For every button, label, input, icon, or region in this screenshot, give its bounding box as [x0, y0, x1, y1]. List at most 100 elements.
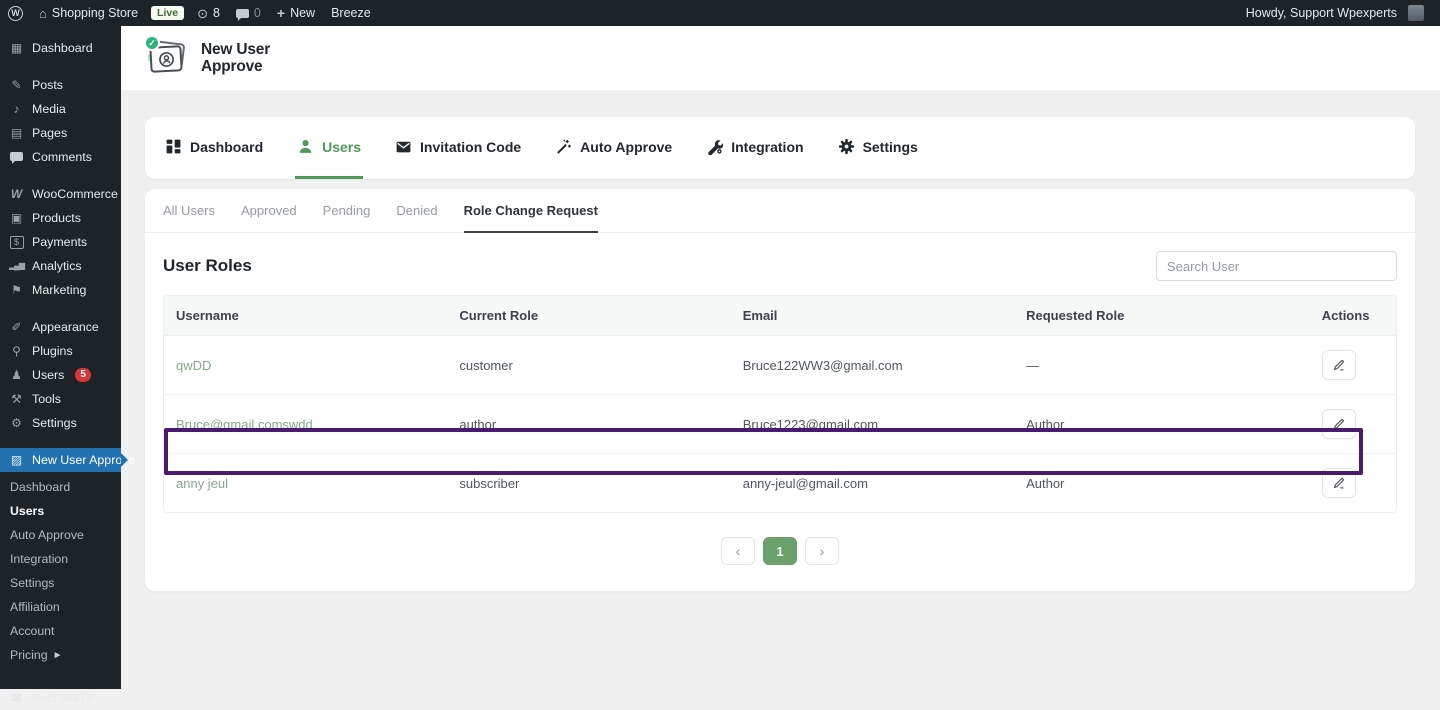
users-panel: All Users Approved Pending Denied Role C… [145, 189, 1415, 591]
list-header: User Roles [145, 233, 1415, 295]
tab-label: Settings [863, 139, 918, 155]
wordpress-menu[interactable]: W [0, 0, 31, 26]
sidebar-item-analytics[interactable]: ▂▄▆ Analytics [0, 254, 121, 278]
sidebar-item-appearance[interactable]: ✐ Appearance [0, 315, 121, 339]
sidebar-item-label: WooCommerce [32, 187, 118, 201]
sidebar-item-payments[interactable]: $ Payments [0, 230, 121, 254]
posts-icon: ✎ [8, 79, 25, 91]
tab-label: Invitation Code [420, 139, 521, 155]
submenu-item-integration[interactable]: Integration [0, 547, 121, 571]
tab-settings[interactable]: Settings [836, 117, 920, 179]
pagination-page-1-button[interactable]: 1 [763, 537, 797, 565]
search-user-input[interactable] [1156, 251, 1397, 281]
sidebar-item-users[interactable]: ♟ Users 5 [0, 363, 121, 387]
sidebar-item-new-user-approve[interactable]: ▨ New User Approve [0, 448, 121, 472]
new-content-menu[interactable]: + New [269, 0, 323, 26]
sidebar-item-posts[interactable]: ✎ Posts [0, 73, 121, 97]
tab-label: Users [322, 139, 361, 155]
submenu-item-dashboard[interactable]: Dashboard [0, 475, 121, 499]
account-menu[interactable]: Howdy, Support Wpexperts [1238, 0, 1432, 26]
users-count-badge: 5 [75, 368, 91, 382]
sidebar-item-post-smtp[interactable]: ✉ Post SMTP [0, 686, 121, 710]
sidebar-item-label: Plugins [32, 344, 73, 358]
actions-cell [1310, 336, 1396, 395]
username-link[interactable]: anny jeul [164, 454, 447, 513]
user-filter-subtabs: All Users Approved Pending Denied Role C… [145, 189, 1415, 233]
tab-dashboard[interactable]: Dashboard [163, 117, 265, 179]
subtab-approved[interactable]: Approved [241, 190, 297, 233]
sidebar-item-label: Products [32, 211, 81, 225]
view-counter[interactable]: ⊙ 8 [189, 0, 228, 26]
sidebar-item-dashboard[interactable]: ▦ Dashboard [0, 36, 121, 60]
new-user-approve-logo: ✓ [145, 38, 191, 78]
sidebar-item-products[interactable]: ▣ Products [0, 206, 121, 230]
users-icon: ♟ [8, 369, 25, 381]
plugin-tabs: Dashboard Users Invitation Code [145, 117, 1415, 179]
actions-cell [1310, 454, 1396, 513]
tab-integration[interactable]: Integration [704, 117, 805, 179]
main-content: ✓ New User Approve [121, 26, 1440, 689]
comments-counter[interactable]: 0 [228, 0, 269, 26]
arrow-right-icon: ► [53, 650, 63, 661]
username-link[interactable]: Bruce@gmail.comswdd [164, 395, 447, 454]
subtab-denied[interactable]: Denied [396, 190, 437, 233]
email-cell: Bruce122WW3@gmail.com [731, 336, 1014, 395]
pagination: ‹ 1 › [145, 537, 1415, 565]
eye-icon: ⊙ [197, 7, 208, 20]
pagination-prev-button[interactable]: ‹ [721, 537, 755, 565]
breeze-menu[interactable]: Breeze [323, 0, 379, 26]
dashboard-icon: ▦ [8, 42, 25, 54]
home-icon: ⌂ [39, 7, 47, 20]
sidebar-item-label: Media [32, 102, 66, 116]
sidebar-item-woocommerce[interactable]: W WooCommerce [0, 182, 121, 206]
edit-role-button[interactable] [1322, 409, 1356, 439]
tab-invitation-code[interactable]: Invitation Code [393, 117, 523, 179]
sidebar-item-comments[interactable]: Comments [0, 145, 121, 169]
user-icon [297, 138, 314, 155]
envelope-icon [395, 138, 412, 155]
edit-role-button[interactable] [1322, 468, 1356, 498]
submenu-item-pricing[interactable]: Pricing ► [0, 643, 121, 667]
admin-bar: W ⌂ Shopping Store Live ⊙ 8 0 + New Bree… [0, 0, 1440, 26]
sidebar-item-tools[interactable]: ⚒ Tools [0, 387, 121, 411]
sidebar-item-label: Settings [32, 416, 77, 430]
edit-role-button[interactable] [1322, 350, 1356, 380]
avatar [1408, 5, 1424, 21]
admin-sidebar: ▦ Dashboard ✎ Posts ♪ Media ▤ Pages Comm… [0, 26, 121, 689]
submenu-item-label: Pricing [10, 648, 48, 662]
new-user-approve-icon: ▨ [8, 454, 25, 466]
payments-icon: $ [10, 236, 24, 249]
live-badge: Live [151, 6, 184, 21]
subtab-pending[interactable]: Pending [323, 190, 371, 233]
gear-icon [838, 138, 855, 155]
tab-users[interactable]: Users [295, 117, 363, 179]
sidebar-item-media[interactable]: ♪ Media [0, 97, 121, 121]
subtab-all-users[interactable]: All Users [163, 190, 215, 233]
check-badge-icon: ✓ [144, 35, 160, 51]
subtab-role-change-request[interactable]: Role Change Request [464, 190, 598, 233]
sidebar-item-plugins[interactable]: ⚲ Plugins [0, 339, 121, 363]
tab-auto-approve[interactable]: Auto Approve [553, 117, 674, 179]
sidebar-item-label: Appearance [32, 320, 99, 334]
site-menu[interactable]: ⌂ Shopping Store [31, 0, 146, 26]
submenu-item-auto-approve[interactable]: Auto Approve [0, 523, 121, 547]
column-username: Username [164, 296, 447, 336]
submenu-item-users[interactable]: Users [0, 499, 121, 523]
submenu-item-affiliation[interactable]: Affiliation [0, 595, 121, 619]
site-name: Shopping Store [52, 6, 138, 20]
dashboard-grid-icon [165, 138, 182, 155]
submenu-item-settings[interactable]: Settings [0, 571, 121, 595]
table-header-row: Username Current Role Email Requested Ro… [164, 296, 1396, 336]
column-actions: Actions [1310, 296, 1396, 336]
envelope-icon: ✉ [8, 692, 25, 704]
username-link[interactable]: qwDD [164, 336, 447, 395]
requested-role-cell: Author [1014, 454, 1310, 513]
products-icon: ▣ [8, 212, 25, 224]
sidebar-item-marketing[interactable]: ⚑ Marketing [0, 278, 121, 302]
admin-bar-left: W ⌂ Shopping Store Live ⊙ 8 0 + New Bree… [0, 0, 379, 26]
pagination-next-button[interactable]: › [805, 537, 839, 565]
sidebar-item-pages[interactable]: ▤ Pages [0, 121, 121, 145]
sidebar-item-settings[interactable]: ⚙ Settings [0, 411, 121, 435]
requested-role-cell: — [1014, 336, 1310, 395]
submenu-item-account[interactable]: Account [0, 619, 121, 643]
